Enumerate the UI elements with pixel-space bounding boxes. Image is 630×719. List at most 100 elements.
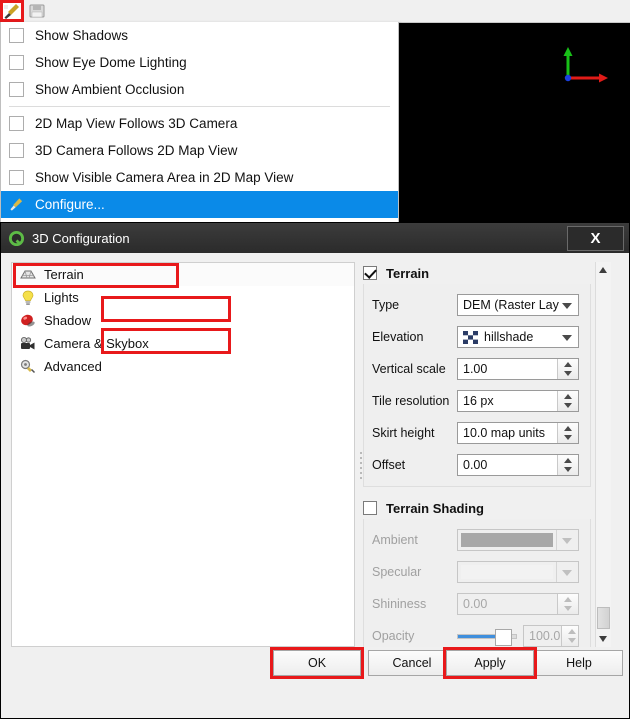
menu-item-show-shadows[interactable]: Show Shadows	[1, 22, 398, 49]
field-row-shininess: Shininess 0.00	[364, 591, 590, 617]
3d-view-options-menu[interactable]: Show Shadows Show Eye Dome Lighting Show…	[0, 22, 399, 229]
terrain-shading-group-body: Ambient Specular Shininess 0.00 Opacity …	[363, 519, 591, 647]
menu-item-label: Show Ambient Occlusion	[35, 82, 185, 97]
chevron-down-icon[interactable]	[556, 530, 578, 550]
field-label: Vertical scale	[372, 362, 446, 376]
lightbulb-icon	[22, 290, 34, 305]
close-button[interactable]: X	[567, 226, 624, 251]
slider-handle[interactable]	[495, 629, 512, 646]
scrollbar-thumb[interactable]	[597, 607, 610, 629]
vertical-scale-spinbox[interactable]: 1.00	[457, 358, 579, 380]
terrain-type-value: DEM (Raster Lay	[463, 298, 559, 312]
menu-item-label: 2D Map View Follows 3D Camera	[35, 116, 238, 131]
scroll-down-button[interactable]	[596, 632, 611, 647]
chevron-down-icon[interactable]	[556, 562, 578, 582]
gears-icon	[20, 359, 36, 373]
shadow-icon	[21, 314, 35, 326]
chevron-down-icon	[562, 335, 572, 341]
specular-color-button[interactable]	[457, 561, 579, 583]
3d-view-toolbar	[0, 0, 630, 23]
help-button[interactable]: Help	[535, 650, 623, 676]
shininess-value: 0.00	[463, 597, 488, 611]
spinner-buttons[interactable]	[557, 423, 578, 443]
spinner-buttons[interactable]	[561, 626, 578, 646]
sidebar-item-camera-and-skybox[interactable]: Camera & Skybox	[12, 332, 354, 355]
axis-gizmo-icon	[563, 47, 608, 83]
spinner-buttons[interactable]	[557, 594, 578, 614]
menu-item-show-visible-camera-area[interactable]: Show Visible Camera Area in 2D Map View	[1, 164, 398, 191]
sidebar-item-shadow[interactable]: Shadow	[12, 309, 354, 332]
field-row-type: Type DEM (Raster Lay	[364, 292, 590, 318]
terrain-shading-group-header[interactable]: Terrain Shading	[363, 497, 591, 519]
field-label: Shininess	[372, 597, 427, 611]
3d-configuration-dialog: 3D Configuration X Terrain Lights Shadow…	[0, 222, 630, 719]
field-row-skirt-height: Skirt height 10.0 map units	[364, 420, 590, 446]
terrain-settings-pane: Terrain Type DEM (Raster Lay Elevation h…	[363, 262, 611, 647]
spinner-buttons[interactable]	[557, 359, 578, 379]
color-swatch	[461, 565, 553, 579]
save-icon	[29, 4, 45, 18]
sidebar-item-label: Lights	[44, 290, 79, 305]
vertical-scale-value: 1.00	[463, 362, 488, 376]
cancel-button[interactable]: Cancel	[368, 650, 456, 676]
checkbox[interactable]	[9, 116, 24, 131]
tile-resolution-spinbox[interactable]: 16 px	[457, 390, 579, 412]
dialog-title: 3D Configuration	[32, 230, 130, 246]
terrain-type-combo[interactable]: DEM (Raster Lay	[457, 294, 579, 316]
ambient-color-button[interactable]	[457, 529, 579, 551]
sidebar-item-terrain[interactable]: Terrain	[12, 263, 354, 286]
sidebar-item-advanced[interactable]: Advanced	[12, 355, 354, 378]
menu-item-label: Show Shadows	[35, 28, 129, 43]
terrain-enable-checkbox[interactable]	[363, 266, 377, 280]
field-row-tile-resolution: Tile resolution 16 px	[364, 388, 590, 414]
qgis-logo-icon	[8, 230, 25, 246]
save-view-button[interactable]	[26, 1, 48, 21]
field-label: Specular	[372, 565, 422, 579]
settings-category-list[interactable]: Terrain Lights Shadow Camera & Skybox Ad…	[11, 262, 355, 647]
skirt-height-value: 10.0 map units	[463, 426, 545, 440]
menu-item-3d-camera-follows-2d-map-view[interactable]: 3D Camera Follows 2D Map View	[1, 137, 398, 164]
field-label: Ambient	[372, 533, 418, 547]
checkbox[interactable]	[9, 28, 24, 43]
checkbox[interactable]	[9, 82, 24, 97]
menu-item-label: 3D Camera Follows 2D Map View	[35, 143, 238, 158]
menu-item-configure[interactable]: Configure...	[1, 191, 398, 218]
checkbox[interactable]	[9, 55, 24, 70]
offset-spinbox[interactable]: 0.00	[457, 454, 579, 476]
field-label: Elevation	[372, 330, 424, 344]
field-label: Type	[372, 298, 400, 312]
checkbox[interactable]	[9, 170, 24, 185]
configure-3d-tool-button[interactable]	[1, 1, 23, 21]
apply-button[interactable]: Apply	[446, 650, 534, 676]
checkbox[interactable]	[9, 143, 24, 158]
wrench-icon	[3, 2, 21, 20]
field-label: Skirt height	[372, 426, 435, 440]
dialog-title-bar[interactable]: 3D Configuration X	[1, 223, 629, 253]
spinner-buttons[interactable]	[557, 455, 578, 475]
menu-item-show-eye-dome-lighting[interactable]: Show Eye Dome Lighting	[1, 49, 398, 76]
spinner-buttons[interactable]	[557, 391, 578, 411]
terrain-group-label: Terrain	[386, 265, 430, 281]
opacity-slider[interactable]	[457, 626, 517, 646]
scroll-up-button[interactable]	[596, 262, 611, 277]
field-row-elevation: Elevation hillshade	[364, 324, 590, 350]
shininess-spinbox[interactable]: 0.00	[457, 593, 579, 615]
skirt-height-spinbox[interactable]: 10.0 map units	[457, 422, 579, 444]
terrain-group-header[interactable]: Terrain	[363, 262, 591, 284]
settings-vertical-scrollbar[interactable]	[595, 262, 611, 647]
terrain-shading-enable-checkbox[interactable]	[363, 501, 377, 515]
dialog-button-bar: OK Cancel Apply Help	[3, 647, 627, 680]
chevron-down-icon	[562, 303, 572, 309]
offset-value: 0.00	[463, 458, 488, 472]
elevation-layer-combo[interactable]: hillshade	[457, 326, 579, 348]
opacity-spinbox[interactable]: 100.0 %	[523, 625, 579, 647]
field-row-opacity: Opacity 100.0 %	[364, 623, 590, 647]
menu-item-label: Show Visible Camera Area in 2D Map View	[35, 170, 294, 185]
menu-item-show-ambient-occlusion[interactable]: Show Ambient Occlusion	[1, 76, 398, 103]
ok-button[interactable]: OK	[273, 650, 361, 676]
terrain-shading-group-label: Terrain Shading	[386, 500, 484, 516]
field-row-offset: Offset 0.00	[364, 452, 590, 478]
sidebar-item-lights[interactable]: Lights	[12, 286, 354, 309]
field-row-specular: Specular	[364, 559, 590, 585]
menu-item-2d-map-view-follows-3d-camera[interactable]: 2D Map View Follows 3D Camera	[1, 110, 398, 137]
